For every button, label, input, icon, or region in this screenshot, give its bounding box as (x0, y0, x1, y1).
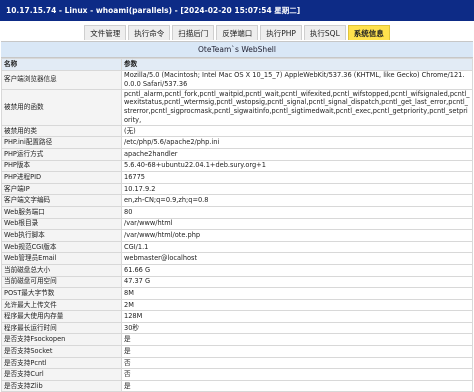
row-value: webmaster@localhost (121, 252, 473, 265)
row-name: 客户端文字编码 (1, 194, 122, 207)
system-info-panel: OteTeam`s WebShell 名称 参数 客户端浏览器信息 Mozilla… (1, 41, 473, 392)
table-row: Web服务端口 80 (1, 205, 473, 219)
row-name: Web服务端口 (1, 205, 122, 219)
system-info-table: 名称 参数 客户端浏览器信息 Mozilla/5.0 (Macintosh; In… (1, 58, 473, 392)
tab-system-info[interactable]: 系统信息 (347, 25, 390, 40)
row-name: 是否支持Fsockopen (1, 333, 122, 347)
table-row: PHP进程PID 16775 (1, 171, 473, 184)
row-value: Mozilla/5.0 (Macintosh; Intel Mac OS X 1… (121, 70, 473, 90)
row-name: POST最大字节数 (1, 287, 122, 300)
row-name: 客户端浏览器信息 (1, 70, 122, 90)
column-header-name: 名称 (1, 58, 122, 71)
table-row: Web根目录/var/www/html (1, 217, 473, 231)
row-value: 16775 (121, 171, 473, 184)
row-name: 被禁用的函数 (1, 88, 122, 126)
tab-reverse-port[interactable]: 反弹端口 (216, 25, 259, 40)
table-row: 程序最大使用内存量 128M (1, 310, 473, 323)
tab-execute-sql[interactable]: 执行SQL (303, 25, 346, 40)
row-name: Web管理员Email (1, 252, 122, 265)
row-value: 10.17.9.2 (121, 182, 473, 196)
row-value: en,zh-CN;q=0.9,zh;q=0.8 (121, 194, 473, 207)
row-value: (无) (121, 124, 473, 138)
row-value: 2M (121, 298, 473, 312)
table-row: 被禁用的函数 pcntl_alarm,pcntl_fork,pcntl_waitp… (1, 88, 473, 126)
row-value: 是 (121, 379, 473, 392)
row-value: 47.37 G (121, 275, 473, 289)
table-row: 是否支持Zlib 是 (1, 379, 473, 392)
table-row: 客户端浏览器信息 Mozilla/5.0 (Macintosh; Intel Ma… (1, 70, 473, 90)
row-value: 30秒 (121, 321, 473, 335)
row-name: 允许最大上传文件 (1, 298, 122, 312)
table-row: 客户端IP 10.17.9.2 (1, 182, 473, 196)
row-value: apache2handler (121, 147, 473, 161)
row-name: PHP.ini配置路径 (1, 136, 122, 149)
row-name: 当前磁盘总大小 (1, 263, 122, 277)
table-row: 当前磁盘可用空间 47.37 G (1, 275, 473, 289)
table-row: 是否支持Fsockopen 是 (1, 333, 473, 347)
row-name: 是否支持Pcntl (1, 356, 122, 370)
page-header: 10.17.15.74 - Linux - whoami(parallels) … (0, 0, 474, 21)
row-value: 否 (121, 368, 473, 381)
row-name: 当前磁盘可用空间 (1, 275, 122, 289)
table-row: 客户端文字编码 en,zh-CN;q=0.9,zh;q=0.8 (1, 194, 473, 207)
tab-bar: 文件管理 执行命令 扫描后门 反弹端口 执行PHP 执行SQL 系统信息 (0, 25, 474, 40)
tab-execute-php[interactable]: 执行PHP (260, 25, 302, 40)
row-name: PHP进程PID (1, 171, 122, 184)
row-value: 128M (121, 310, 473, 323)
table-row: 程序最长运行时间 30秒 (1, 321, 473, 335)
table-row: 允许最大上传文件 2M (1, 298, 473, 312)
row-name: Web执行脚本 (1, 229, 122, 242)
row-name: 是否支持Curl (1, 368, 122, 381)
row-name: 客户端IP (1, 182, 122, 196)
row-name: 程序最长运行时间 (1, 321, 122, 335)
table-row: PHP版本 5.6.40-68+ubuntu22.04.1+deb.sury.or… (1, 159, 473, 173)
row-value: pcntl_alarm,pcntl_fork,pcntl_waitpid,pcn… (121, 88, 473, 126)
table-row: POST最大字节数 8M (1, 287, 473, 300)
row-value: 5.6.40-68+ubuntu22.04.1+deb.sury.org+1 (121, 159, 473, 173)
row-value: CGI/1.1 (121, 240, 473, 254)
table-header-row: 名称 参数 (1, 58, 473, 71)
row-value: 否 (121, 356, 473, 370)
panel-title: OteTeam`s WebShell (1, 42, 473, 58)
table-row: 是否支持Curl 否 (1, 368, 473, 381)
row-name: 是否支持Socket (1, 345, 122, 358)
table-row: Web执行脚本/var/www/html/ote.php (1, 229, 473, 242)
row-value: /var/www/html/ote.php (121, 229, 473, 242)
table-row: Web管理员Email webmaster@localhost (1, 252, 473, 265)
row-name: Web规范CGI版本 (1, 240, 122, 254)
table-row: 当前磁盘总大小 61.66 G (1, 263, 473, 277)
table-row: 是否支持Pcntl 否 (1, 356, 473, 370)
row-value: /etc/php/5.6/apache2/php.ini (121, 136, 473, 149)
column-header-value: 参数 (121, 58, 473, 71)
row-name: 程序最大使用内存量 (1, 310, 122, 323)
tab-file-manager[interactable]: 文件管理 (84, 25, 127, 40)
row-value: 8M (121, 287, 473, 300)
table-row: 被禁用的类 (无) (1, 124, 473, 138)
row-name: PHP运行方式 (1, 147, 122, 161)
tab-scan-backdoor[interactable]: 扫描后门 (172, 25, 215, 40)
row-name: PHP版本 (1, 159, 122, 173)
row-name: Web根目录 (1, 217, 122, 231)
table-row: PHP运行方式 apache2handler (1, 147, 473, 161)
table-row: 是否支持Socket 是 (1, 345, 473, 358)
row-value: 是 (121, 333, 473, 347)
row-name: 是否支持Zlib (1, 379, 122, 392)
table-row: Web规范CGI版本 CGI/1.1 (1, 240, 473, 254)
table-row: PHP.ini配置路径/etc/php/5.6/apache2/php.ini (1, 136, 473, 149)
row-value: 61.66 G (121, 263, 473, 277)
row-name: 被禁用的类 (1, 124, 122, 138)
row-value: /var/www/html (121, 217, 473, 231)
row-value: 是 (121, 345, 473, 358)
row-value: 80 (121, 205, 473, 219)
tab-execute-command[interactable]: 执行命令 (128, 25, 171, 40)
